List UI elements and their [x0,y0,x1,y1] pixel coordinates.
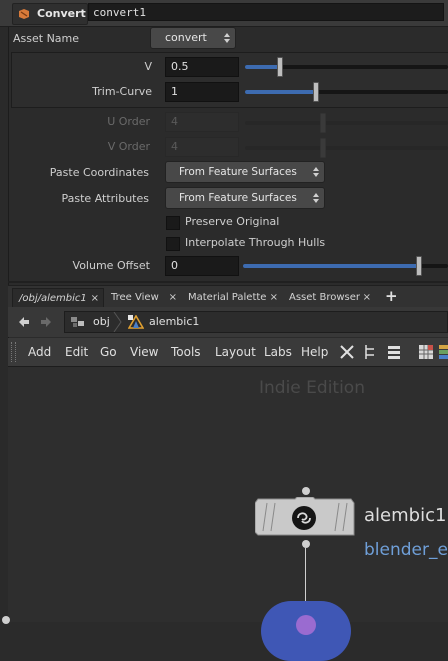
asset-name-label: Asset Name [13,32,80,45]
close-icon[interactable]: × [363,288,371,307]
preserve-original-checkbox[interactable] [166,216,180,230]
node-input-connector[interactable] [302,487,310,495]
tab-tree-view[interactable]: Tree View × [105,288,181,307]
node-name-label: alembic1 [364,505,447,526]
tab-obj-alembic1[interactable]: /obj/alembic1 × [12,288,104,307]
asset-name-menu[interactable]: convert [150,27,236,49]
alembic-icon [128,315,144,329]
indie-edition-watermark: Indie Edition [259,378,365,398]
pane-divider[interactable] [8,281,448,283]
next-node-core [296,615,316,635]
menu-layout[interactable]: Layout [215,345,256,359]
pane-tab-bar: /obj/alembic1 × Tree View × Material Palet… [8,285,448,308]
trim-curve-slider-fill [245,90,316,94]
menu-tools[interactable]: Tools [171,345,201,359]
menu-arrows-icon [313,193,319,203]
obj-network-icon [71,317,84,327]
edge-connector-dot [2,616,10,624]
tab-asset-browser[interactable]: Asset Browser × [283,288,375,307]
v-order-slider [245,138,448,158]
alembic-node[interactable] [254,496,355,537]
trim-curve-label: Trim-Curve [92,85,152,98]
tab-label: Material Palette [188,292,267,303]
u-order-label: U Order [107,115,150,128]
volume-offset-slider[interactable] [243,256,448,276]
v-slider-fill [245,65,280,69]
menu-view[interactable]: View [130,345,158,359]
node-name-field[interactable]: convert1 [88,3,444,21]
interpolate-hulls-checkbox[interactable] [166,237,180,251]
menubar-grip[interactable] [11,342,16,362]
grid-view-icon[interactable] [419,345,433,359]
volume-offset-slider-fill [243,264,419,268]
menu-labs[interactable]: Labs [264,345,292,359]
close-icon[interactable]: × [169,288,177,307]
menu-edit[interactable]: Edit [65,345,88,359]
close-icon[interactable]: × [270,288,278,307]
path-obj[interactable]: obj [93,315,110,328]
trim-curve-slider-handle[interactable] [313,82,319,102]
tab-label: /obj/alembic1 [19,293,87,304]
trim-curve-slider[interactable] [245,82,448,102]
path-alembic1[interactable]: alembic1 [149,315,199,328]
v-order-field: 4 [165,137,239,157]
trim-curve-field[interactable]: 1 [165,82,239,102]
paste-coordinates-menu[interactable]: From Feature Surfaces [165,161,325,183]
node-type-tab[interactable]: Convert [12,3,88,25]
v-slider-handle[interactable] [277,57,283,77]
u-order-slider [245,113,448,133]
v-label: V [144,60,152,73]
tools-icon[interactable] [339,344,355,360]
u-order-field: 4 [165,112,239,132]
volume-offset-field[interactable]: 0 [165,256,239,276]
menu-add[interactable]: Add [28,345,51,359]
tab-label: Tree View [111,292,159,303]
menu-arrows-icon [224,33,230,43]
parameter-header: Convert convert1 [0,0,448,27]
paste-attributes-menu[interactable]: From Feature Surfaces [165,187,325,209]
paste-coordinates-label: Paste Coordinates [49,166,149,179]
v-field[interactable]: 0.5 [165,57,239,77]
volume-offset-label: Volume Offset [72,259,150,272]
asset-name-value: convert [165,31,207,44]
add-tab-button[interactable]: + [385,287,398,305]
volume-offset-slider-handle[interactable] [416,256,422,276]
back-arrow-icon[interactable] [17,315,31,329]
list-view-icon[interactable] [387,344,401,360]
path-bar: obj alembic1 [8,307,448,337]
forward-arrow-icon[interactable] [39,315,53,329]
convert-node-icon [19,9,29,19]
v-order-slider-handle [320,138,326,158]
node-output-connector[interactable] [302,540,310,548]
paste-coordinates-value: From Feature Surfaces [179,166,297,178]
network-menu-bar: Add Edit Go View Tools Layout Labs Help [8,338,448,367]
tree-layout-icon[interactable] [363,344,377,360]
interpolate-hulls-label: Interpolate Through Hulls [185,236,326,249]
preserve-original-label: Preserve Original [185,215,280,228]
node-subtitle: blender_e [364,540,448,560]
v-slider[interactable] [245,57,448,77]
tab-label: Asset Browser [289,292,361,303]
palette-icon[interactable] [439,345,448,359]
next-node-partial[interactable] [261,601,351,661]
menu-help[interactable]: Help [301,345,328,359]
menu-arrows-icon [313,167,319,177]
u-order-slider-handle [320,113,326,133]
menu-go[interactable]: Go [100,345,117,359]
network-editor[interactable]: Indie Edition alembic1 blender_e [2,367,448,661]
v-order-label: V Order [107,140,150,153]
paste-attributes-label: Paste Attributes [61,192,150,205]
node-type-label: Convert [37,7,86,20]
paste-attributes-value: From Feature Surfaces [179,192,297,204]
close-icon[interactable]: × [91,289,99,308]
tab-material-palette[interactable]: Material Palette × [182,288,282,307]
path-field: obj alembic1 [64,311,448,333]
alembic-node-icon [292,506,316,530]
path-separator-icon [113,312,122,332]
